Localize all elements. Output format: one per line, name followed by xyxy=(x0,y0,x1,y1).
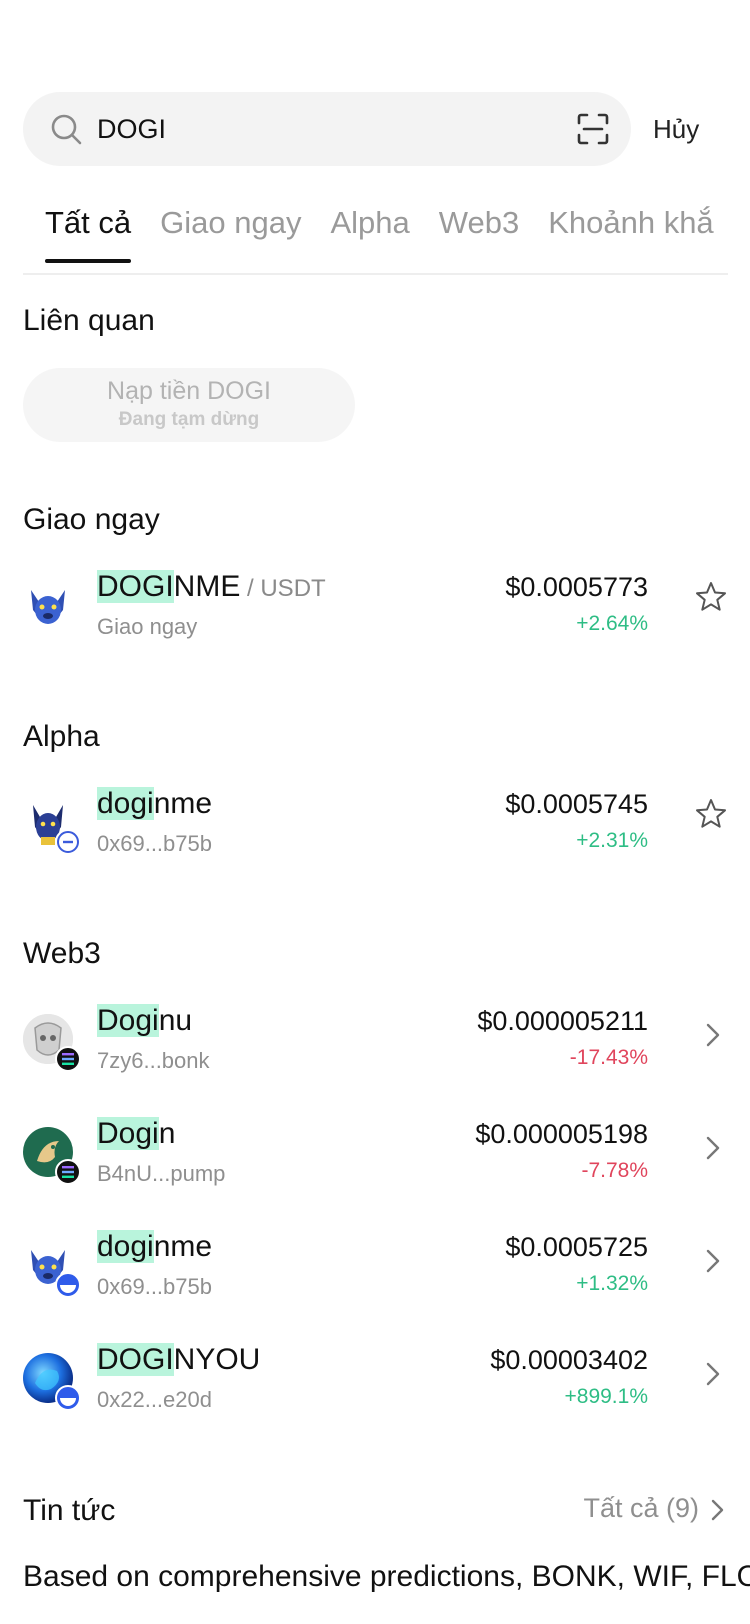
search-input[interactable]: DOGI xyxy=(23,92,631,166)
section-title-related: Liên quan xyxy=(23,304,155,337)
token-subtitle: B4nU...pump xyxy=(97,1161,226,1186)
list-item[interactable]: doginme 0x69...b75b $0.0005745 +2.31% xyxy=(23,787,728,877)
section-title-spot: Giao ngay xyxy=(23,503,160,536)
base-chain-icon xyxy=(55,1272,81,1298)
token-name: Dogin xyxy=(97,1117,176,1150)
doginyou-token-icon xyxy=(23,1353,81,1411)
base-chain-icon xyxy=(55,1385,81,1411)
section-title-web3: Web3 xyxy=(23,937,101,970)
token-subtitle: 0x22...e20d xyxy=(97,1387,212,1412)
dog-token-icon xyxy=(23,580,73,630)
list-item[interactable]: Dogin B4nU...pump $0.000005198 -7.78% xyxy=(23,1117,728,1207)
token-price: $0.0005773 xyxy=(505,572,648,602)
news-headline[interactable]: Based on comprehensive predictions, BONK… xyxy=(23,1560,750,1594)
deposit-status: Đang tạm dừng xyxy=(118,409,260,430)
tab-moments[interactable]: Khoảnh khắ xyxy=(548,205,713,263)
chevron-right-icon xyxy=(711,1499,724,1521)
tab-alpha[interactable]: Alpha xyxy=(330,205,409,263)
section-title-news: Tin tức xyxy=(23,1494,116,1527)
token-name: DOGINME / USDT xyxy=(97,570,326,603)
section-title-alpha: Alpha xyxy=(23,720,100,753)
tab-bar: Tất cả Giao ngay Alpha Web3 Khoảnh khắ xyxy=(23,205,728,275)
alpha-badge-icon xyxy=(55,829,81,855)
token-name: doginme xyxy=(97,787,213,820)
solana-chain-icon xyxy=(55,1159,81,1185)
list-item[interactable]: doginme 0x69...b75b $0.0005725 +1.32% xyxy=(23,1230,728,1320)
token-change: +2.64% xyxy=(576,612,648,635)
token-price: $0.0005745 xyxy=(505,789,648,819)
dog-token-icon xyxy=(23,1240,81,1298)
tab-web3[interactable]: Web3 xyxy=(439,205,519,263)
solana-chain-icon xyxy=(55,1046,81,1072)
token-change: +2.31% xyxy=(576,829,648,852)
star-icon[interactable] xyxy=(694,580,728,614)
token-price: $0.0005725 xyxy=(505,1232,648,1262)
list-item[interactable]: DOGINME / USDT Giao ngay $0.0005773 +2.6… xyxy=(23,570,728,660)
token-subtitle: 7zy6...bonk xyxy=(97,1048,210,1073)
deposit-button[interactable]: Nạp tiền DOGI Đang tạm dừng xyxy=(23,368,355,442)
deposit-label: Nạp tiền DOGI xyxy=(107,377,271,405)
list-item[interactable]: DOGINYOU 0x22...e20d $0.00003402 +899.1% xyxy=(23,1343,728,1433)
chevron-right-icon[interactable] xyxy=(702,1133,724,1163)
token-name: Doginu xyxy=(97,1004,193,1037)
token-name: DOGINYOU xyxy=(97,1343,261,1376)
star-icon[interactable] xyxy=(694,797,728,831)
search-query: DOGI xyxy=(97,114,167,144)
tab-all[interactable]: Tất cả xyxy=(23,205,132,263)
list-item[interactable]: Doginu 7zy6...bonk $0.000005211 -17.43% xyxy=(23,1004,728,1094)
news-see-all-label: Tất cả (9) xyxy=(583,1493,699,1523)
token-price: $0.000005198 xyxy=(475,1119,648,1149)
chevron-right-icon[interactable] xyxy=(702,1359,724,1389)
token-subtitle: Giao ngay xyxy=(97,614,198,639)
token-subtitle: 0x69...b75b xyxy=(97,1274,212,1299)
chevron-right-icon[interactable] xyxy=(702,1246,724,1276)
token-change: -17.43% xyxy=(569,1046,648,1069)
token-change: -7.78% xyxy=(581,1159,648,1182)
cancel-button[interactable]: Hủy xyxy=(653,114,699,145)
token-subtitle: 0x69...b75b xyxy=(97,831,212,856)
tab-spot[interactable]: Giao ngay xyxy=(160,205,301,263)
token-name: doginme xyxy=(97,1230,213,1263)
token-change: +899.1% xyxy=(564,1385,649,1408)
token-price: $0.00003402 xyxy=(490,1345,648,1375)
scan-icon[interactable] xyxy=(575,111,611,147)
token-price: $0.000005211 xyxy=(477,1006,648,1036)
news-see-all-link[interactable]: Tất cả (9) xyxy=(583,1493,727,1524)
chevron-right-icon[interactable] xyxy=(702,1020,724,1050)
dog-token-icon xyxy=(23,797,81,855)
token-change: +1.32% xyxy=(576,1272,648,1295)
search-row: DOGI Hủy xyxy=(23,92,723,166)
doginu-token-icon xyxy=(23,1014,81,1072)
dogin-token-icon xyxy=(23,1127,81,1185)
search-icon xyxy=(51,114,82,145)
